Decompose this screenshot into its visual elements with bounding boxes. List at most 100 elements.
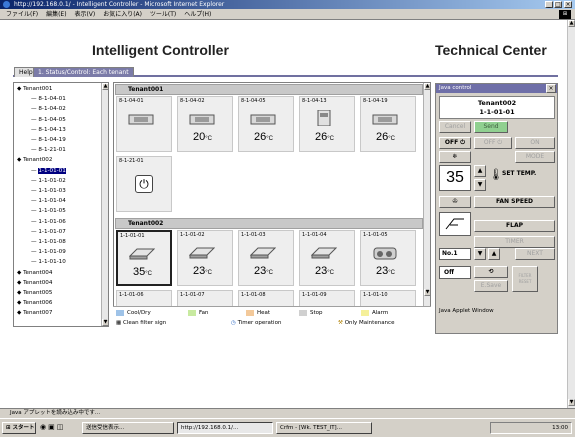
tree-item[interactable]: — 8-1-04-05 (31, 117, 66, 124)
snowflake-icon[interactable]: ❄ (439, 151, 471, 163)
power-icon[interactable]: ⏻ (135, 175, 153, 193)
tree-item-label: 1-1-01-08 (38, 239, 66, 245)
unit-temp: 23°C (254, 265, 273, 277)
flap-button[interactable]: FLAP (474, 220, 555, 232)
filter-reset-button[interactable]: FILTER RESET (512, 266, 538, 292)
unit-cell[interactable]: 1-1-01-03 23°C (238, 230, 294, 286)
fan-icon[interactable]: ✇ (439, 196, 471, 208)
unit-cell[interactable]: 1-1-01-05 23°C (360, 230, 416, 286)
timer-down-icon[interactable]: ▼ (474, 248, 486, 260)
cancel-button[interactable]: Cancel (439, 121, 471, 133)
tree-item[interactable]: ◆ Tenant001 (17, 86, 52, 93)
set-temp-label: SET TEMP. (502, 170, 537, 177)
task-item-1[interactable]: 送信受信表示... (82, 422, 174, 434)
tree-item[interactable]: — 8-1-04-01 (31, 96, 66, 103)
menu-help[interactable]: ヘルプ(H) (184, 11, 211, 18)
unit-cell[interactable]: 8-1-04-19 26°C (360, 96, 416, 152)
next-button[interactable]: NEXT (515, 248, 555, 260)
tree-item-label: 1-1-01-10 (38, 259, 66, 266)
tree-item[interactable]: — 1-1-01-07 (31, 229, 66, 236)
tree-item[interactable]: — 1-1-01-05 (31, 208, 66, 215)
menu-tools[interactable]: ツール(T) (150, 11, 176, 18)
grid-scroll-up-icon[interactable]: ▲ (424, 83, 430, 90)
esave-button[interactable]: E.Save (474, 280, 508, 292)
filter-icon: ▦ (116, 320, 123, 326)
temp-down-icon[interactable]: ▼ (474, 179, 486, 191)
unit-temp-unit: °C (388, 270, 395, 276)
temp-up-icon[interactable]: ▲ (474, 165, 486, 177)
menu-edit[interactable]: 編集(E) (46, 11, 66, 18)
task-item-2[interactable]: http://192.168.0.1/... (177, 422, 273, 434)
page-scrollbar[interactable]: ▲ ▼ (567, 20, 575, 408)
tree-item[interactable]: — 8-1-21-01 (31, 147, 66, 154)
menu-favorites[interactable]: お気に入り(A) (103, 11, 142, 18)
on-button[interactable]: ON (515, 137, 555, 149)
tree-item[interactable]: ◆ Tenant004 (17, 270, 52, 277)
unit-cell[interactable]: 8-1-04-05 26°C (238, 96, 294, 152)
unit-cell[interactable]: 8-1-04-01 (116, 96, 172, 152)
unit-temp-value: 26 (254, 131, 267, 143)
tree-scroll-down-icon[interactable]: ▼ (102, 319, 108, 326)
taskbar: ⊞ スタート ◉▣◫ 送信受信表示... http://192.168.0.1/… (0, 418, 575, 437)
quicklaunch-icons[interactable]: ◉▣◫ (40, 423, 65, 431)
start-button[interactable]: ⊞ スタート (2, 422, 36, 434)
unit-name: 1-1-01-05 (363, 232, 388, 238)
remote-close-button[interactable]: × (546, 84, 556, 93)
close-button[interactable]: × (564, 1, 572, 8)
tree-scroll-up-icon[interactable]: ▲ (102, 83, 108, 90)
tree-item[interactable]: — 1-1-01-04 (31, 198, 66, 205)
minimize-button[interactable]: _ (545, 1, 553, 8)
unit-cell[interactable]: 8-1-21-01 ⏻ (116, 156, 172, 212)
tree-item[interactable]: ◆ Tenant004 (17, 280, 52, 287)
tree-item[interactable]: ◆ Tenant007 (17, 310, 52, 317)
maximize-button[interactable]: □ (554, 1, 562, 8)
tree-item[interactable]: ◆ Tenant002 (17, 157, 52, 164)
tree-item[interactable]: ◆ Tenant005 (17, 290, 52, 297)
flap-icon (445, 218, 464, 230)
tree-item-label: Tenant007 (23, 310, 53, 317)
unit-temp-unit: °C (205, 136, 212, 142)
tab-status-control[interactable]: 1. Status/Control: Each tenant (33, 67, 134, 77)
tree-item[interactable]: — 1-1-01-10 (31, 259, 66, 266)
send-button[interactable]: Send (474, 121, 508, 133)
timer-button[interactable]: TIMER (474, 236, 555, 248)
task-item-3[interactable]: Crfm - [Wk. TEST_IT]... (276, 422, 372, 434)
esave-icon[interactable]: ⟲ (474, 266, 508, 278)
mode-button[interactable]: MODE (515, 151, 555, 163)
unit-name: 1-1-01-04 (302, 232, 327, 238)
windows-start-icon: ⊞ (6, 425, 11, 431)
unit-name: 1-1-01-03 (241, 232, 266, 238)
off-button[interactable]: OFF ⏻ (439, 137, 471, 149)
tree-item[interactable]: — 1-1-01-09 (31, 249, 66, 256)
unit-cell[interactable]: 8-1-04-02 20°C (177, 96, 233, 152)
tree-item-label: Tenant001 (23, 86, 53, 92)
unit-cell[interactable]: 1-1-01-04 23°C (299, 230, 355, 286)
window-title: http://192.168.0.1/ - Intelligent Contro… (14, 1, 225, 8)
tree-scrollbar[interactable]: ▲ ▼ (101, 83, 108, 326)
unit-name: 1-1-01-09 (302, 292, 327, 298)
menu-file[interactable]: ファイル(F) (6, 11, 38, 18)
tree-item[interactable]: — 8-1-04-19 (31, 137, 66, 144)
timer-off: Off (439, 266, 471, 279)
tree-item[interactable]: — 1-1-01-06 (31, 219, 66, 226)
timer-up-icon[interactable]: ▲ (488, 248, 500, 260)
tree-item-label: 1-1-01-09 (38, 249, 66, 256)
off-alt-button[interactable]: OFF ⏻ (474, 137, 512, 149)
tree-item[interactable]: ◆ Tenant006 (17, 300, 52, 307)
tree-item-label: 8-1-21-01 (38, 147, 66, 154)
tree-item[interactable]: — 1-1-01-02 (31, 178, 66, 185)
scroll-down-icon[interactable]: ▼ (568, 399, 575, 406)
scroll-up-icon[interactable]: ▲ (568, 20, 575, 27)
fan-speed-button[interactable]: FAN SPEED (474, 196, 555, 208)
tree-item[interactable]: — 8-1-04-02 (31, 106, 66, 113)
unit-cell[interactable]: 1-1-01-01 35°C (116, 230, 172, 286)
grid-scrollbar[interactable]: ▲ ▼ (423, 83, 430, 326)
tree-item[interactable]: — 8-1-04-13 (31, 127, 66, 134)
tree-item[interactable]: — 1-1-01-01 (31, 167, 66, 175)
tree-item[interactable]: — 1-1-01-08 (31, 239, 66, 246)
tree-item[interactable]: — 1-1-01-03 (31, 188, 66, 195)
unit-cell[interactable]: 8-1-04-13 26°C (299, 96, 355, 152)
unit-cell[interactable]: 1-1-01-02 23°C (177, 230, 233, 286)
grid-scroll-down-icon[interactable]: ▼ (424, 289, 430, 296)
menu-view[interactable]: 表示(V) (74, 11, 95, 18)
